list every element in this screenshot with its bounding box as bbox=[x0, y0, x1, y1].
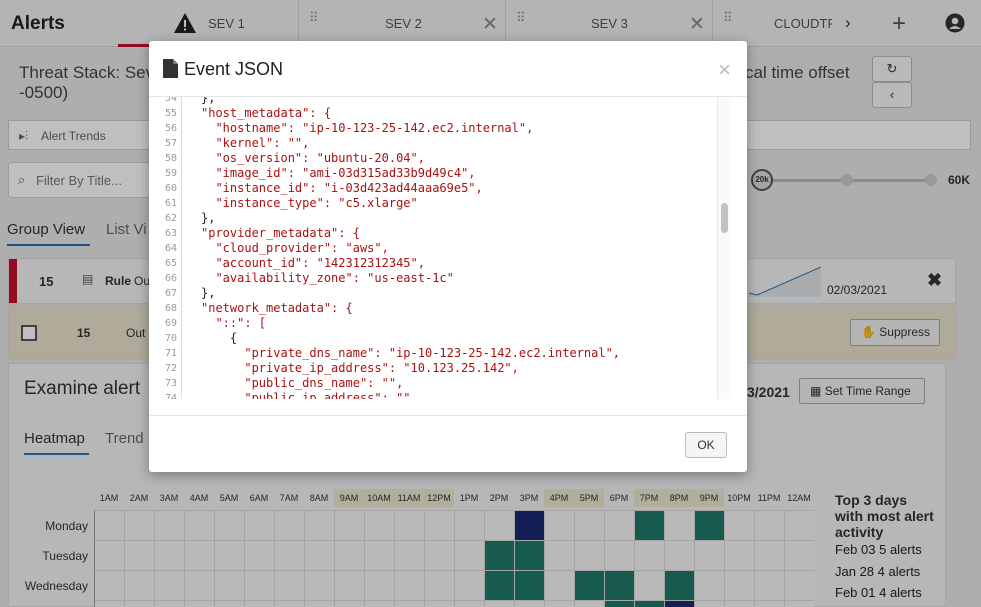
line-number: 63 bbox=[164, 228, 177, 239]
line-number-gutter: 54 55 56 57 58 59 60 61 62 63 64 65 66 67 68 69 70 71 72 73… bbox=[149, 97, 182, 399]
line-number: 59 bbox=[164, 168, 177, 179]
code-line: "instance_type": "c5.xlarge" bbox=[201, 196, 418, 210]
code-line: "provider_metadata": { bbox=[201, 226, 360, 240]
line-number: 54 bbox=[164, 97, 177, 104]
close-icon[interactable]: × bbox=[718, 57, 731, 83]
line-number: 74 bbox=[164, 393, 177, 399]
code-line: }, bbox=[201, 211, 216, 225]
line-number: 64 bbox=[164, 243, 177, 254]
line-number: 73 bbox=[164, 378, 177, 389]
code-line: "hostname": "ip-10-123-25-142.ec2.intern… bbox=[201, 121, 534, 135]
code-line: "private_ip_address": "10.123.25.142", bbox=[201, 361, 519, 375]
code-line: "account_id": "142312312345", bbox=[201, 256, 425, 270]
line-number: 70 bbox=[164, 333, 177, 344]
modal-footer-divider bbox=[149, 415, 747, 416]
code-line: }, bbox=[201, 97, 216, 105]
line-number: 72 bbox=[164, 363, 177, 374]
line-number: 60 bbox=[164, 183, 177, 194]
event-json-modal: Event JSON × 54 55 56 57 58 59 60 61 62 63 64 65 66 6… bbox=[149, 41, 747, 472]
line-number: 65 bbox=[164, 258, 177, 269]
line-number: 56 bbox=[164, 123, 177, 134]
code-line: "public_ip_address": "" bbox=[201, 391, 411, 399]
code-line: "cloud_provider": "aws", bbox=[201, 241, 389, 255]
ok-button[interactable]: OK bbox=[685, 432, 727, 458]
line-number: 67 bbox=[164, 288, 177, 299]
code-line: "availability_zone": "us-east-1c" bbox=[201, 271, 454, 285]
code-line: "kernel": "", bbox=[201, 136, 310, 150]
modal-title: Event JSON bbox=[184, 59, 284, 79]
code-line: "instance_id": "i-03d423ad44aaa69e5", bbox=[201, 181, 483, 195]
file-icon bbox=[163, 59, 178, 83]
line-number: 58 bbox=[164, 153, 177, 164]
code-line: "private_dns_name": "ip-10-123-25-142.ec… bbox=[201, 346, 621, 360]
line-number: 71 bbox=[164, 348, 177, 359]
code-line: }, bbox=[201, 286, 216, 300]
code-line: "os_version": "ubuntu-20.04", bbox=[201, 151, 425, 165]
code-line: "public_dns_name": "", bbox=[201, 376, 404, 390]
line-number: 57 bbox=[164, 138, 177, 149]
line-number: 68 bbox=[164, 303, 177, 314]
json-editor[interactable]: 54 55 56 57 58 59 60 61 62 63 64 65 66 67 68 69 70 71 72 73… bbox=[149, 97, 747, 399]
modal-header: Event JSON × bbox=[149, 41, 747, 97]
code-line: "image_id": "ami-03d315ad33b9d49c4", bbox=[201, 166, 476, 180]
line-number: 62 bbox=[164, 213, 177, 224]
line-number: 61 bbox=[164, 198, 177, 209]
scrollbar-thumb[interactable] bbox=[721, 203, 728, 233]
editor-scrollbar[interactable] bbox=[717, 97, 731, 399]
line-number: 55 bbox=[164, 108, 177, 119]
code-line: { bbox=[201, 331, 238, 345]
code-line: "host_metadata": { bbox=[201, 106, 332, 120]
code-line: "::": [ bbox=[201, 316, 267, 330]
code-line: "network_metadata": { bbox=[201, 301, 353, 315]
line-number: 69 bbox=[164, 318, 177, 329]
line-number: 66 bbox=[164, 273, 177, 284]
